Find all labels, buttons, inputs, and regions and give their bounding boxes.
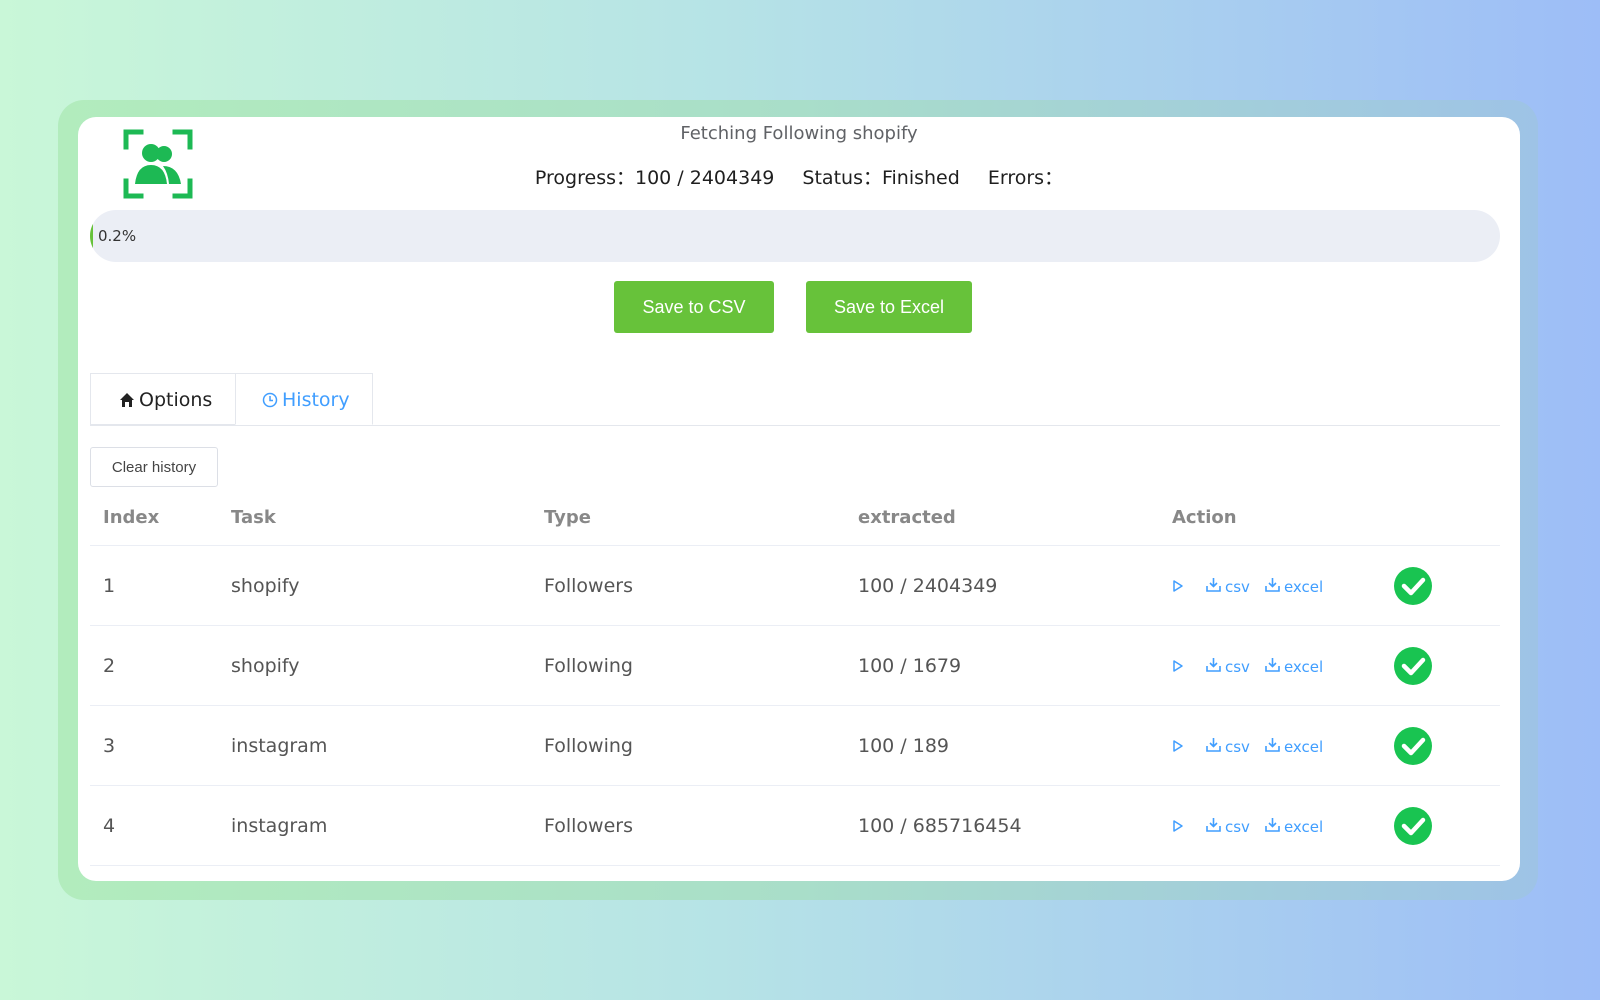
table-row: 4 instagram Followers 100 / 685716454 csv exc… bbox=[90, 785, 1500, 866]
download-icon bbox=[1265, 817, 1280, 832]
row-type: Following bbox=[544, 625, 858, 706]
download-excel-link[interactable]: excel bbox=[1264, 816, 1323, 836]
check-circle-icon bbox=[1394, 646, 1432, 685]
row-actions: csv excel bbox=[1172, 625, 1394, 706]
table-row: 3 instagram Following 100 / 189 csv excel bbox=[90, 705, 1500, 786]
clear-history-button[interactable]: Clear history bbox=[90, 447, 218, 487]
save-to-csv-button[interactable]: Save to CSV bbox=[614, 281, 774, 333]
play-button[interactable] bbox=[1172, 578, 1187, 596]
row-status bbox=[1394, 545, 1500, 626]
status-value: Finished bbox=[881, 167, 960, 189]
row-type: Followers bbox=[544, 785, 858, 866]
excel-link-label: excel bbox=[1283, 737, 1324, 756]
row-index: 1 bbox=[90, 545, 231, 626]
download-excel-link[interactable]: excel bbox=[1264, 576, 1323, 596]
row-index: 2 bbox=[90, 625, 231, 706]
tab-options[interactable]: Options bbox=[90, 373, 235, 425]
row-extracted: 100 / 685716454 bbox=[858, 785, 1172, 866]
header-index: Index bbox=[90, 489, 231, 546]
table-header-row: Index Task Type extracted Action bbox=[90, 489, 1500, 546]
excel-link-label: excel bbox=[1283, 657, 1324, 676]
errors-label: Errors： bbox=[987, 167, 1064, 189]
play-button[interactable] bbox=[1172, 738, 1187, 756]
check-circle-icon bbox=[1394, 806, 1432, 845]
header-action: Action bbox=[1172, 489, 1394, 546]
download-csv-link[interactable]: csv bbox=[1205, 656, 1250, 676]
main-card: Fetching Following shopify Progress：100 … bbox=[78, 117, 1520, 881]
row-index: 3 bbox=[90, 705, 231, 786]
clock-icon bbox=[262, 392, 278, 408]
play-icon bbox=[1173, 819, 1183, 832]
row-extracted: 100 / 189 bbox=[858, 705, 1172, 786]
download-csv-link[interactable]: csv bbox=[1205, 816, 1250, 836]
csv-link-label: csv bbox=[1225, 817, 1250, 836]
play-icon bbox=[1173, 579, 1183, 592]
home-icon bbox=[120, 393, 134, 407]
header-task: Task bbox=[231, 489, 544, 546]
header-extracted: extracted bbox=[858, 489, 1172, 546]
table-row: 2 shopify Following 100 / 1679 csv excel bbox=[90, 625, 1500, 706]
download-csv-link[interactable]: csv bbox=[1205, 576, 1250, 596]
play-button[interactable] bbox=[1172, 818, 1187, 836]
header-type: Type bbox=[544, 489, 858, 546]
download-icon bbox=[1206, 577, 1221, 592]
excel-link-label: excel bbox=[1283, 817, 1324, 836]
table-row: 1 shopify Followers 100 / 2404349 csv excel bbox=[90, 545, 1500, 626]
download-icon bbox=[1206, 657, 1221, 672]
excel-link-label: excel bbox=[1283, 577, 1324, 596]
download-icon bbox=[1265, 737, 1280, 752]
row-actions: csv excel bbox=[1172, 545, 1394, 626]
tab-options-label: Options bbox=[139, 389, 213, 411]
history-table: Index Task Type extracted Action 1 shopif… bbox=[90, 489, 1500, 866]
save-to-excel-button[interactable]: Save to Excel bbox=[806, 281, 972, 333]
progress-value: 100 / 2404349 bbox=[635, 167, 775, 189]
csv-link-label: csv bbox=[1225, 657, 1250, 676]
progress-percent: 0.2% bbox=[98, 227, 137, 245]
row-task: shopify bbox=[231, 545, 544, 626]
download-excel-link[interactable]: excel bbox=[1264, 736, 1323, 756]
play-button[interactable] bbox=[1172, 658, 1187, 676]
csv-link-label: csv bbox=[1225, 737, 1250, 756]
tab-history-label: History bbox=[282, 389, 350, 411]
row-status bbox=[1394, 785, 1500, 866]
csv-link-label: csv bbox=[1225, 577, 1250, 596]
row-actions: csv excel bbox=[1172, 785, 1394, 866]
row-extracted: 100 / 1679 bbox=[858, 625, 1172, 706]
check-circle-icon bbox=[1394, 726, 1432, 765]
row-extracted: 100 / 2404349 bbox=[858, 545, 1172, 626]
task-title: Fetching Following shopify bbox=[680, 123, 918, 144]
progress-bar: 0.2% bbox=[90, 210, 1500, 262]
download-excel-link[interactable]: excel bbox=[1264, 656, 1323, 676]
play-icon bbox=[1173, 659, 1183, 672]
download-csv-link[interactable]: csv bbox=[1205, 736, 1250, 756]
header-status bbox=[1394, 489, 1500, 546]
row-task: shopify bbox=[231, 625, 544, 706]
progress-label: Progress： bbox=[534, 167, 635, 189]
row-type: Following bbox=[544, 705, 858, 786]
progress-fill bbox=[90, 210, 93, 262]
row-status bbox=[1394, 625, 1500, 706]
download-icon bbox=[1265, 577, 1280, 592]
row-index: 4 bbox=[90, 785, 231, 866]
download-icon bbox=[1206, 817, 1221, 832]
download-icon bbox=[1206, 737, 1221, 752]
tab-history[interactable]: History bbox=[235, 373, 373, 425]
play-icon bbox=[1173, 739, 1183, 752]
row-status bbox=[1394, 705, 1500, 786]
row-actions: csv excel bbox=[1172, 705, 1394, 786]
check-circle-icon bbox=[1394, 566, 1432, 605]
row-task: instagram bbox=[231, 785, 544, 866]
task-stats: Progress：100 / 2404349 Status：Finished E… bbox=[78, 163, 1520, 190]
row-type: Followers bbox=[544, 545, 858, 626]
row-task: instagram bbox=[231, 705, 544, 786]
download-icon bbox=[1265, 657, 1280, 672]
status-label: Status： bbox=[802, 167, 882, 189]
